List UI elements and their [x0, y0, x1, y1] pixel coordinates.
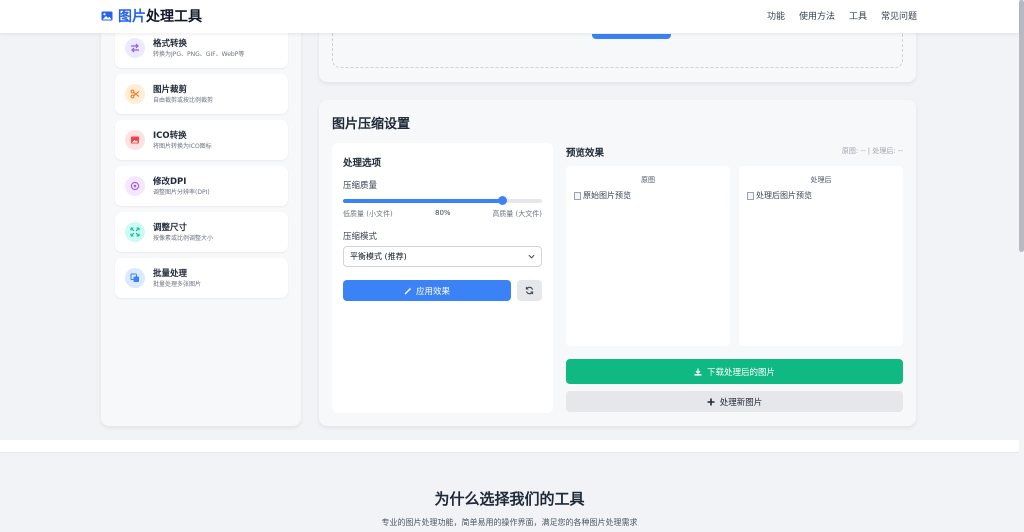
section-divider	[0, 440, 1019, 452]
download-button[interactable]: 下载处理后的图片	[566, 359, 903, 384]
tool-resize[interactable]: 调整尺寸 按像素或比例调整大小	[115, 212, 288, 252]
quality-value: 80%	[435, 209, 451, 217]
copy-icon	[125, 268, 145, 288]
select-file-button[interactable]	[592, 34, 671, 39]
nav-usage[interactable]: 使用方法	[799, 9, 835, 22]
tool-title: 批量处理	[153, 268, 188, 279]
apply-button[interactable]: 应用效果	[343, 280, 511, 301]
target-icon	[125, 176, 145, 196]
main-nav: 功能 使用方法 工具 常见问题	[767, 9, 917, 22]
new-image-label: 处理新图片	[719, 397, 763, 408]
nav-tools[interactable]: 工具	[849, 9, 867, 22]
apply-label: 应用效果	[415, 286, 450, 297]
tool-desc: 调整图片分辨率(DPI)	[153, 188, 210, 196]
original-preview: 原图 原始图片预览	[566, 166, 730, 346]
tool-title: 调整尺寸	[153, 222, 188, 233]
tool-title: ICO转换	[153, 130, 187, 141]
why-title: 为什么选择我们的工具	[434, 490, 585, 508]
tool-format-convert[interactable]: 格式转换 转换为JPG、PNG、GIF、WebP等	[115, 28, 288, 68]
tool-desc: 自由裁剪或按比例裁剪	[153, 96, 214, 104]
original-image-alt: 原始图片预览	[583, 191, 631, 200]
processed-image-alt: 处理后图片预览	[756, 191, 812, 200]
compress-mode-select[interactable]: 平衡模式 (推荐)	[343, 246, 542, 267]
processed-image: 处理后图片预览	[747, 190, 812, 201]
tool-sidebar: 格式转换 转换为JPG、PNG、GIF、WebP等 图片裁剪 自由裁剪或按比例裁剪 …	[101, 20, 301, 426]
tool-title: 格式转换	[153, 38, 188, 49]
logo-text: 图片处理工具	[118, 9, 202, 25]
expand-icon	[125, 222, 145, 242]
quality-slider[interactable]	[343, 196, 542, 205]
plus-icon	[707, 398, 715, 405]
swap-icon	[125, 38, 145, 58]
broken-image-icon	[747, 191, 754, 200]
tool-title: 修改DPI	[153, 176, 187, 187]
original-image: 原始图片预览	[574, 190, 631, 201]
tool-desc: 将图片转换为ICO图标	[153, 142, 212, 150]
quality-slider-thumb[interactable]	[497, 196, 507, 205]
tool-crop[interactable]: 图片裁剪 自由裁剪或按比例裁剪	[115, 74, 288, 114]
scrollbar-thumb[interactable]	[1019, 0, 1024, 252]
tool-batch[interactable]: 批量处理 批量处理多张图片	[115, 258, 288, 298]
tool-dpi[interactable]: 修改DPI 调整图片分辨率(DPI)	[115, 166, 288, 206]
image-icon	[125, 130, 145, 150]
logo[interactable]: 图片处理工具	[101, 6, 202, 26]
processed-caption: 处理后	[810, 176, 832, 184]
new-image-button[interactable]: 处理新图片	[566, 391, 903, 412]
tool-desc: 批量处理多张图片	[153, 280, 202, 288]
tool-title: 图片裁剪	[153, 84, 188, 95]
page-scrollbar[interactable]	[1019, 0, 1024, 532]
quality-label: 压缩质量	[343, 181, 378, 191]
preview-size-info: 原图: -- | 处理后: --	[841, 147, 903, 155]
processed-preview: 处理后 处理后图片预览	[739, 166, 903, 346]
compress-settings-card: 图片压缩设置 处理选项 压缩质量 低质量 (小文件) 80% 高质量 (大文件)…	[319, 100, 916, 426]
broken-image-icon	[574, 191, 581, 200]
original-caption: 原图	[641, 176, 655, 184]
preview-title: 预览效果	[566, 148, 605, 159]
refresh-icon	[525, 286, 534, 295]
mode-label: 压缩模式	[343, 232, 378, 242]
options-title: 处理选项	[343, 158, 382, 169]
tool-desc: 按像素或比例调整大小	[153, 234, 214, 242]
options-panel: 处理选项 压缩质量 低质量 (小文件) 80% 高质量 (大文件) 压缩模式 平…	[332, 143, 553, 413]
nav-features[interactable]: 功能	[767, 9, 785, 22]
mode-selected: 平衡模式 (推荐)	[350, 252, 407, 261]
settings-title: 图片压缩设置	[332, 117, 411, 132]
chevron-down-icon	[528, 254, 535, 259]
quality-min-label: 低质量 (小文件)	[343, 210, 393, 218]
download-icon	[694, 368, 702, 376]
quality-max-label: 高质量 (大文件)	[492, 210, 542, 218]
why-section: 为什么选择我们的工具 专业的图片处理功能，简单易用的操作界面，满足您的各种图片处…	[0, 452, 1019, 532]
tool-desc: 转换为JPG、PNG、GIF、WebP等	[153, 50, 245, 58]
magic-wand-icon	[404, 287, 412, 294]
download-label: 下载处理后的图片	[706, 367, 775, 378]
reset-button[interactable]	[517, 280, 542, 301]
quality-slider-fill	[343, 199, 503, 203]
scissors-icon	[125, 84, 145, 104]
why-subtitle: 专业的图片处理功能，简单易用的操作界面，满足您的各种图片处理需求	[381, 518, 638, 527]
tool-ico-convert[interactable]: ICO转换 将图片转换为ICO图标	[115, 120, 288, 160]
top-navbar: 图片处理工具 功能 使用方法 工具 常见问题	[0, 0, 1019, 33]
image-icon	[101, 11, 113, 21]
nav-faq[interactable]: 常见问题	[881, 9, 917, 22]
